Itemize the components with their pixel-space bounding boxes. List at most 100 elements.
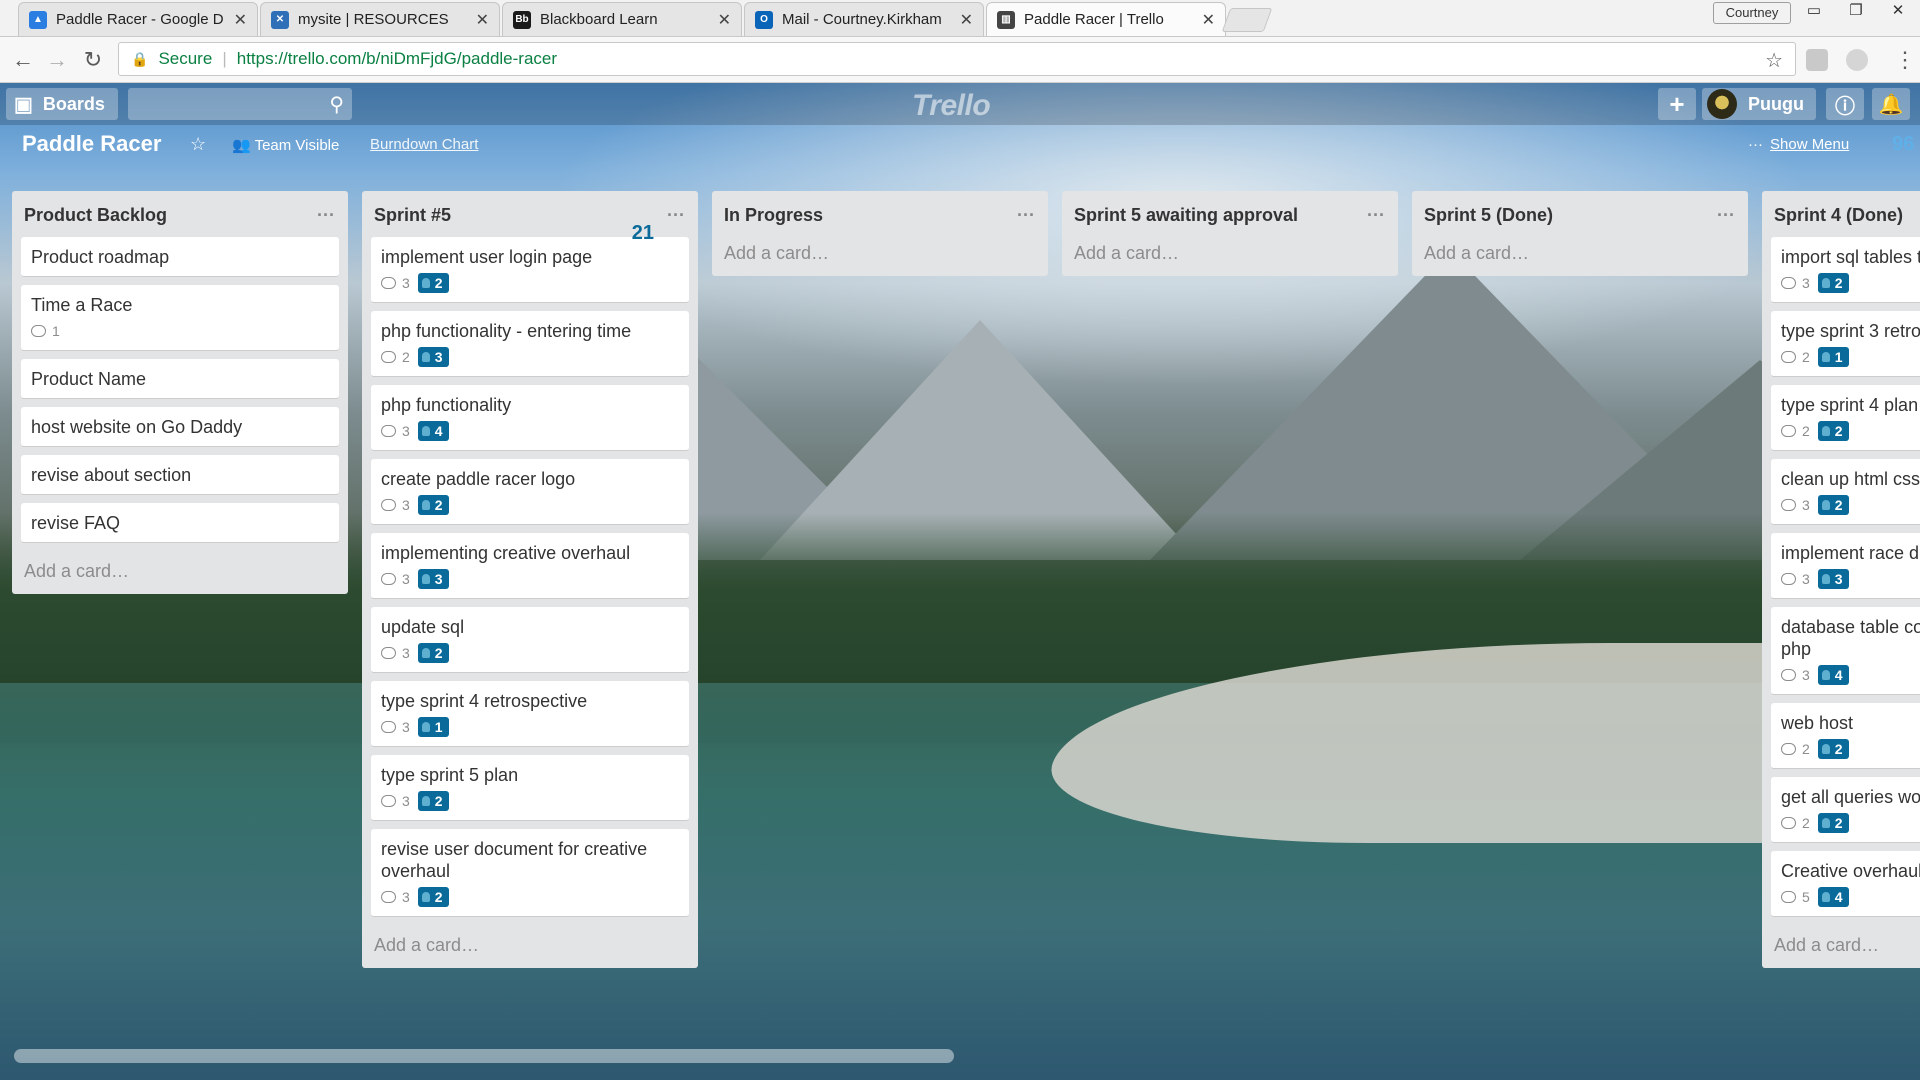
list-card[interactable]: type sprint 5 plan 3 2 <box>371 755 689 821</box>
close-tab-icon[interactable]: ✕ <box>960 10 973 30</box>
list-product-backlog[interactable]: Product Backlog ··· Product roadmap Time … <box>12 191 348 594</box>
burndown-chart-link[interactable]: Burndown Chart <box>370 136 478 153</box>
list-card[interactable]: implement race di 3 3 <box>1771 533 1920 599</box>
add-card-link[interactable]: Add a card… <box>1771 925 1920 968</box>
list-menu-icon[interactable]: ··· <box>1717 191 1735 239</box>
new-tab-button[interactable] <box>1221 8 1273 32</box>
visibility-button[interactable]: 👥 Team Visible <box>232 136 339 154</box>
comment-icon <box>381 351 396 363</box>
list-card[interactable]: get all queries wo 2 2 <box>1771 777 1920 843</box>
url-text[interactable]: https://trello.com/b/niDmFjdG/paddle-rac… <box>237 49 557 69</box>
extension-icon[interactable] <box>1806 49 1828 71</box>
close-tab-icon[interactable]: ✕ <box>1202 10 1215 30</box>
list-card[interactable]: Creative overhaul 5 4 <box>1771 851 1920 917</box>
list-card[interactable]: implementing creative overhaul 3 3 <box>371 533 689 599</box>
browser-tab[interactable]: ✕ mysite | RESOURCES ✕ <box>260 2 500 36</box>
list-menu-icon[interactable]: ··· <box>1367 191 1385 239</box>
comment-count: 3 <box>402 645 410 661</box>
reload-icon[interactable]: ↻ <box>78 45 108 75</box>
extension-icon[interactable] <box>1846 49 1868 71</box>
list-header[interactable]: Sprint 4 (Done) <box>1771 191 1920 237</box>
list-card[interactable]: update sql 3 2 <box>371 607 689 673</box>
close-tab-icon[interactable]: ✕ <box>718 10 731 30</box>
comment-count: 2 <box>402 349 410 365</box>
browser-tab-active[interactable]: ▥ Paddle Racer | Trello ✕ <box>986 2 1226 36</box>
trello-header: ▣ Boards ⚲ Trello + Puugu ⓘ 🔔 <box>0 83 1920 125</box>
card-badges: 33 <box>381 568 679 590</box>
list-sprint-4-done[interactable]: Sprint 4 (Done) import sql tables t32 ty… <box>1762 191 1920 968</box>
profile-button[interactable]: Courtney <box>1713 2 1791 24</box>
list-card[interactable]: type sprint 4 plan 2 2 <box>1771 385 1920 451</box>
notifications-bell-icon[interactable]: 🔔 <box>1872 88 1910 120</box>
horizontal-scrollbar[interactable] <box>14 1049 954 1063</box>
list-header[interactable]: Product Backlog ··· <box>21 191 339 237</box>
list-menu-icon[interactable]: ··· <box>317 191 335 239</box>
list-card[interactable]: revise user document for creative overha… <box>371 829 689 917</box>
list-card[interactable]: Product roadmap <box>21 237 339 277</box>
boards-button[interactable]: ▣ Boards <box>6 88 118 120</box>
restore-icon[interactable]: ❐ <box>1838 0 1874 22</box>
list-card[interactable]: clean up html css 3 2 <box>1771 459 1920 525</box>
list-header[interactable]: Sprint 5 (Done) ··· <box>1421 191 1739 237</box>
add-button[interactable]: + <box>1658 88 1696 120</box>
comment-icon <box>1781 351 1796 363</box>
list-sprint-5-awaiting-approval[interactable]: Sprint 5 awaiting approval ··· Add a card… <box>1062 191 1398 276</box>
list-header[interactable]: Sprint #5 ··· 21 <box>371 191 689 244</box>
list-menu-icon[interactable]: ··· <box>1017 191 1035 239</box>
browser-tab[interactable]: O Mail - Courtney.Kirkham ✕ <box>744 2 984 36</box>
points-icon <box>421 796 430 806</box>
list-card[interactable]: web host 2 2 <box>1771 703 1920 769</box>
show-menu-link[interactable]: Show Menu <box>1770 136 1849 153</box>
forward-icon[interactable]: → <box>42 45 72 75</box>
search-input[interactable]: ⚲ <box>128 88 352 120</box>
list-card[interactable]: create paddle racer logo 3 2 <box>371 459 689 525</box>
list-card[interactable]: type sprint 3 retro 2 1 <box>1771 311 1920 377</box>
list-card[interactable]: php functionality 3 4 <box>371 385 689 451</box>
list-card[interactable]: implement user login page 3 2 <box>371 237 689 303</box>
add-card-link[interactable]: Add a card… <box>1421 237 1739 276</box>
list-in-progress[interactable]: In Progress ··· Add a card… <box>712 191 1048 276</box>
list-menu-icon[interactable]: ··· <box>667 191 685 239</box>
list-sprint-5-done[interactable]: Sprint 5 (Done) ··· Add a card… <box>1412 191 1748 276</box>
browser-tab[interactable]: ▲ Paddle Racer - Google D ✕ <box>18 2 258 36</box>
card-title: Product Name <box>31 369 147 389</box>
info-icon[interactable]: ⓘ <box>1826 88 1864 120</box>
browser-tab[interactable]: Bb Blackboard Learn ✕ <box>502 2 742 36</box>
bookmark-star-icon[interactable]: ☆ <box>1765 48 1783 73</box>
close-tab-icon[interactable]: ✕ <box>234 10 247 30</box>
card-badges: 23 <box>381 346 679 368</box>
list-card[interactable]: revise FAQ <box>21 503 339 543</box>
list-card[interactable]: Time a Race 1 <box>21 285 339 351</box>
add-card-link[interactable]: Add a card… <box>21 551 339 594</box>
back-icon[interactable]: ← <box>8 45 38 75</box>
list-card[interactable]: revise about section <box>21 455 339 495</box>
list-card[interactable]: Product Name <box>21 359 339 399</box>
address-bar[interactable]: 🔒 Secure | https://trello.com/b/niDmFjdG… <box>118 42 1796 76</box>
list-card[interactable]: php functionality - entering time 2 3 <box>371 311 689 377</box>
close-window-icon[interactable]: ✕ <box>1880 0 1916 22</box>
board-title[interactable]: Paddle Racer <box>22 131 161 157</box>
more-icon: ··· <box>1748 136 1763 153</box>
chrome-menu-icon[interactable]: ⋮ <box>1894 47 1916 73</box>
add-card-link[interactable]: Add a card… <box>1071 237 1389 276</box>
list-header[interactable]: In Progress ··· <box>721 191 1039 237</box>
trello-logo[interactable]: Trello <box>912 89 991 123</box>
list-header[interactable]: Sprint 5 awaiting approval ··· <box>1071 191 1389 237</box>
list-card[interactable]: host website on Go Daddy <box>21 407 339 447</box>
card-badges: 32 <box>381 494 679 516</box>
card-title: implement race di <box>1781 543 1920 563</box>
list-points-total: 21 <box>631 222 654 244</box>
tab-title: Paddle Racer | Trello <box>1024 11 1164 28</box>
list-card[interactable]: database table co website php34 <box>1771 607 1920 695</box>
points-badge: 2 <box>1817 273 1849 293</box>
list-sprint-5[interactable]: Sprint #5 ··· 21 implement user login page… <box>362 191 698 968</box>
list-card[interactable]: import sql tables t32 <box>1771 237 1920 303</box>
minimize-icon[interactable]: ▭ <box>1796 0 1832 22</box>
comment-count: 2 <box>1802 815 1810 831</box>
comment-icon <box>31 325 46 337</box>
add-card-link[interactable]: Add a card… <box>721 237 1039 276</box>
star-board-icon[interactable]: ☆ <box>190 134 206 155</box>
close-tab-icon[interactable]: ✕ <box>476 10 489 30</box>
add-card-link[interactable]: Add a card… <box>371 925 689 968</box>
list-card[interactable]: type sprint 4 retrospective 3 1 <box>371 681 689 747</box>
